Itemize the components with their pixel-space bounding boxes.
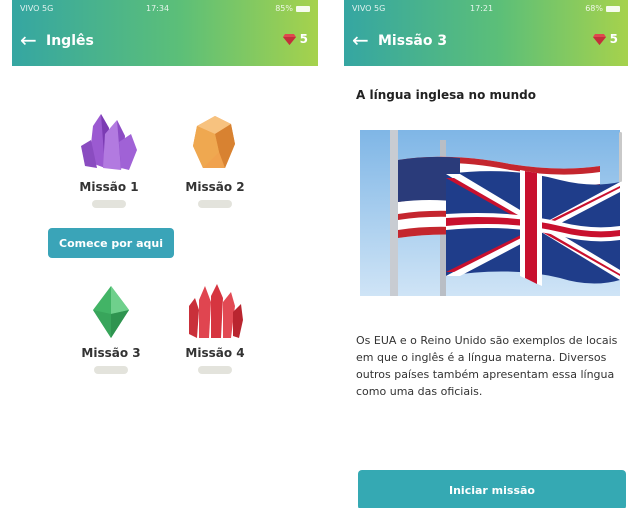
start-here-button[interactable]: Comece por aqui: [48, 228, 174, 258]
mission-1-progress: [92, 200, 126, 208]
course-screen: VIVO 5G 17:34 85% ← Inglês 5 Missão 1 Mi…: [12, 0, 318, 508]
battery-icon: [606, 5, 620, 12]
page-title: Inglês: [46, 33, 94, 49]
start-mission-button[interactable]: Iniciar missão: [358, 470, 626, 508]
top-bar: VIVO 5G 17:34 85% ← Inglês 5: [12, 0, 318, 66]
scrollbar[interactable]: [619, 132, 622, 182]
gem-counter: 5: [282, 32, 308, 46]
ruby-gem-icon: [592, 34, 606, 45]
carrier-label: VIVO 5G: [352, 4, 386, 13]
status-bar: VIVO 5G 17:34 85%: [12, 4, 318, 18]
battery-percent: 68%: [585, 4, 603, 13]
battery-icon: [296, 5, 310, 12]
article-title: A língua inglesa no mundo: [356, 88, 536, 102]
mission-4-card[interactable]: Missão 4: [170, 284, 260, 374]
mission-1-card[interactable]: Missão 1: [64, 112, 154, 208]
mission-3-card[interactable]: Missão 3: [66, 284, 156, 374]
clock: 17:21: [470, 4, 494, 13]
usa-and-uk-flags-photo: [360, 130, 620, 296]
mission-2-card[interactable]: Missão 2: [170, 112, 260, 208]
purple-crystal-icon: [81, 114, 137, 170]
battery-percent: 85%: [275, 4, 293, 13]
gem-count: 5: [609, 32, 618, 46]
mission-2-progress: [198, 200, 232, 208]
mission-2-label: Missão 2: [185, 180, 245, 194]
orange-crystal-icon: [193, 116, 235, 168]
article-paragraph: Os EUA e o Reino Unido são exemplos de l…: [356, 334, 618, 398]
arrow-left-icon[interactable]: ←: [20, 30, 37, 50]
arrow-left-icon[interactable]: ←: [352, 30, 369, 50]
mission-3-label: Missão 3: [81, 346, 141, 360]
red-crystal-icon: [189, 284, 243, 338]
ruby-gem-icon: [282, 34, 296, 45]
gem-count: 5: [299, 32, 308, 46]
mission-4-progress: [198, 366, 232, 374]
battery-status: 68%: [585, 4, 620, 13]
mission-1-label: Missão 1: [79, 180, 139, 194]
mission-3-progress: [94, 366, 128, 374]
clock: 17:34: [146, 4, 170, 13]
top-bar: VIVO 5G 17:21 68% ← Missão 3 5: [344, 0, 628, 66]
status-bar: VIVO 5G 17:21 68%: [344, 4, 628, 18]
mission-detail-screen: VIVO 5G 17:21 68% ← Missão 3 5 A língua …: [344, 0, 628, 508]
page-title: Missão 3: [378, 33, 448, 49]
green-crystal-icon: [93, 286, 129, 338]
gem-counter: 5: [592, 32, 618, 46]
mission-4-label: Missão 4: [185, 346, 245, 360]
carrier-label: VIVO 5G: [20, 4, 54, 13]
battery-status: 85%: [275, 4, 310, 13]
